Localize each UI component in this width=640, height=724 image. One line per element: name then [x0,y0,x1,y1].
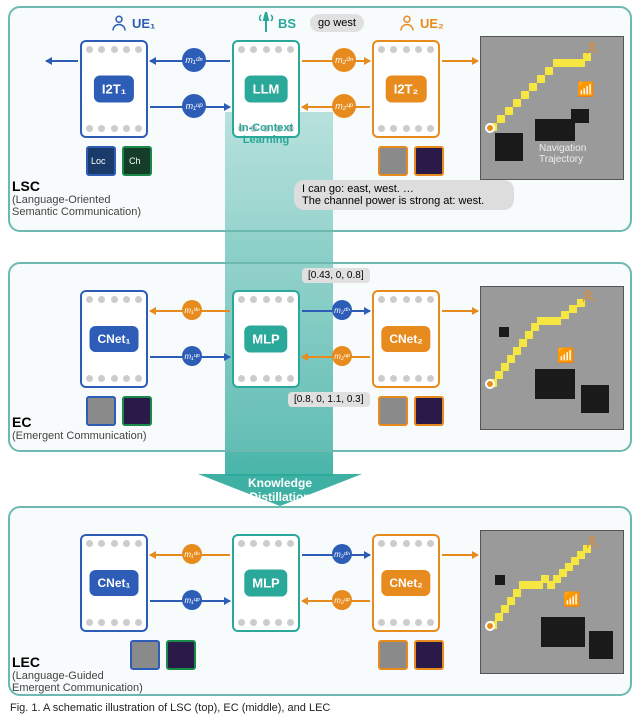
lsc-i2t1-label: I2T₁ [94,76,134,103]
map-origin-pin-icon [485,123,495,133]
ue1-person-icon [110,14,128,38]
ec-msg-m2up: m₂ᵘᵖ [332,346,352,366]
ec-vec-bot: [0.8, 0, 1.1, 0.3] [288,392,370,407]
map-ue2-icon [585,41,599,58]
lec-mlp-box: MLP [232,534,300,632]
ue2-person-icon [398,14,416,38]
ec-cnet1-label: CNet₁ [90,326,139,352]
ec-arrow-out [442,310,478,312]
speech-go-west: go west [310,14,364,32]
lsc-ch-box: Ch [122,146,152,176]
lsc-ch2-box [414,146,444,176]
lec-title: LEC [12,654,143,670]
ue1-label: UE₁ [132,16,155,31]
lec-ch1 [166,640,196,670]
lsc-title: LSC [12,178,141,194]
kd-label: Knowledge Distillation [230,476,330,504]
ec-title-block: EC (Emergent Communication) [12,414,147,442]
lec-cnet1-label: CNet₁ [90,570,139,596]
ec-mlp-box: MLP [232,290,300,388]
lec-map: 📶 [480,530,624,674]
ec-vec-top: [0.43, 0, 0.8] [302,268,370,283]
lsc-subtitle: (Language-Oriented Semantic Communicatio… [12,194,141,218]
lec-msg-m1dn: m₁ᵈⁿ [182,544,202,564]
lsc-map: 📶 Navigation Trajectory [480,36,624,180]
lec-loc2 [378,640,408,670]
ue2-label: UE₂ [420,16,444,31]
lec-msg-m2up: m₂ᵘᵖ [332,590,352,610]
lec-mlp-label: MLP [244,570,287,597]
lec-cnet2-label: CNet₂ [381,570,430,596]
ec-loc2 [378,396,408,426]
lec-title-block: LEC (Language-Guided Emergent Communicat… [12,654,143,694]
ec-map: 📶 [480,286,624,430]
lec-pin-icon [485,621,495,631]
arrow-ue1-out [46,60,78,62]
in-context-label: In-Context Learning [230,122,302,146]
ec-ch2 [414,396,444,426]
lec-bs-icon: 📶 [563,591,575,603]
ec-msg-m1up: m₁ᵘᵖ [182,346,202,366]
ec-bs-icon: 📶 [557,347,569,359]
msg-m2dn: m₂ᵈⁿ [332,48,356,72]
ec-pin-icon [485,379,495,389]
msg-m2up: m₂ᵘᵖ [332,94,356,118]
lsc-i2t2-label: I2T₂ [386,76,427,103]
nav-label: Navigation Trajectory [539,143,586,165]
lec-arrow-out [442,554,478,556]
ec-cnet2-label: CNet₂ [381,326,430,352]
lec-ue2-icon [585,535,599,552]
speech-channel: I can go: east, west. … The channel powe… [294,180,514,210]
bs-label: BS [278,16,296,31]
lsc-llm-label: LLM [245,76,288,103]
ec-title: EC [12,414,147,430]
lsc-i2t2-box: I2T₂ [372,40,440,138]
lsc-i2t1-box: I2T₁ [80,40,148,138]
lsc-loc-box: Loc [86,146,116,176]
lec-msg-m2dn: m₂ᵈⁿ [332,544,352,564]
ec-mlp-label: MLP [244,326,287,353]
map-bs-icon: 📶 [577,81,589,93]
lsc-title-block: LSC (Language-Oriented Semantic Communic… [12,178,141,218]
msg-m1up: m₁ᵘᵖ [182,94,206,118]
bs-antenna-icon [258,12,274,37]
lec-cnet2-box: CNet₂ [372,534,440,632]
ec-cnet1-box: CNet₁ [80,290,148,388]
lec-ch2 [414,640,444,670]
arrow-ue2-out [442,60,478,62]
ec-msg-m1dn: m₁ᵈⁿ [182,300,202,320]
lec-subtitle: (Language-Guided Emergent Communication) [12,670,143,694]
ec-ue2-icon [581,289,595,306]
msg-m1dn: m₁ᵈⁿ [182,48,206,72]
lsc-loc2-box [378,146,408,176]
ec-cnet2-box: CNet₂ [372,290,440,388]
ec-subtitle: (Emergent Communication) [12,430,147,442]
lec-msg-m1up: m₁ᵘᵖ [182,590,202,610]
figure-caption: Fig. 1. A schematic illustration of LSC … [10,702,330,714]
ec-msg-m2dn: m₂ᵈⁿ [332,300,352,320]
lec-cnet1-box: CNet₁ [80,534,148,632]
